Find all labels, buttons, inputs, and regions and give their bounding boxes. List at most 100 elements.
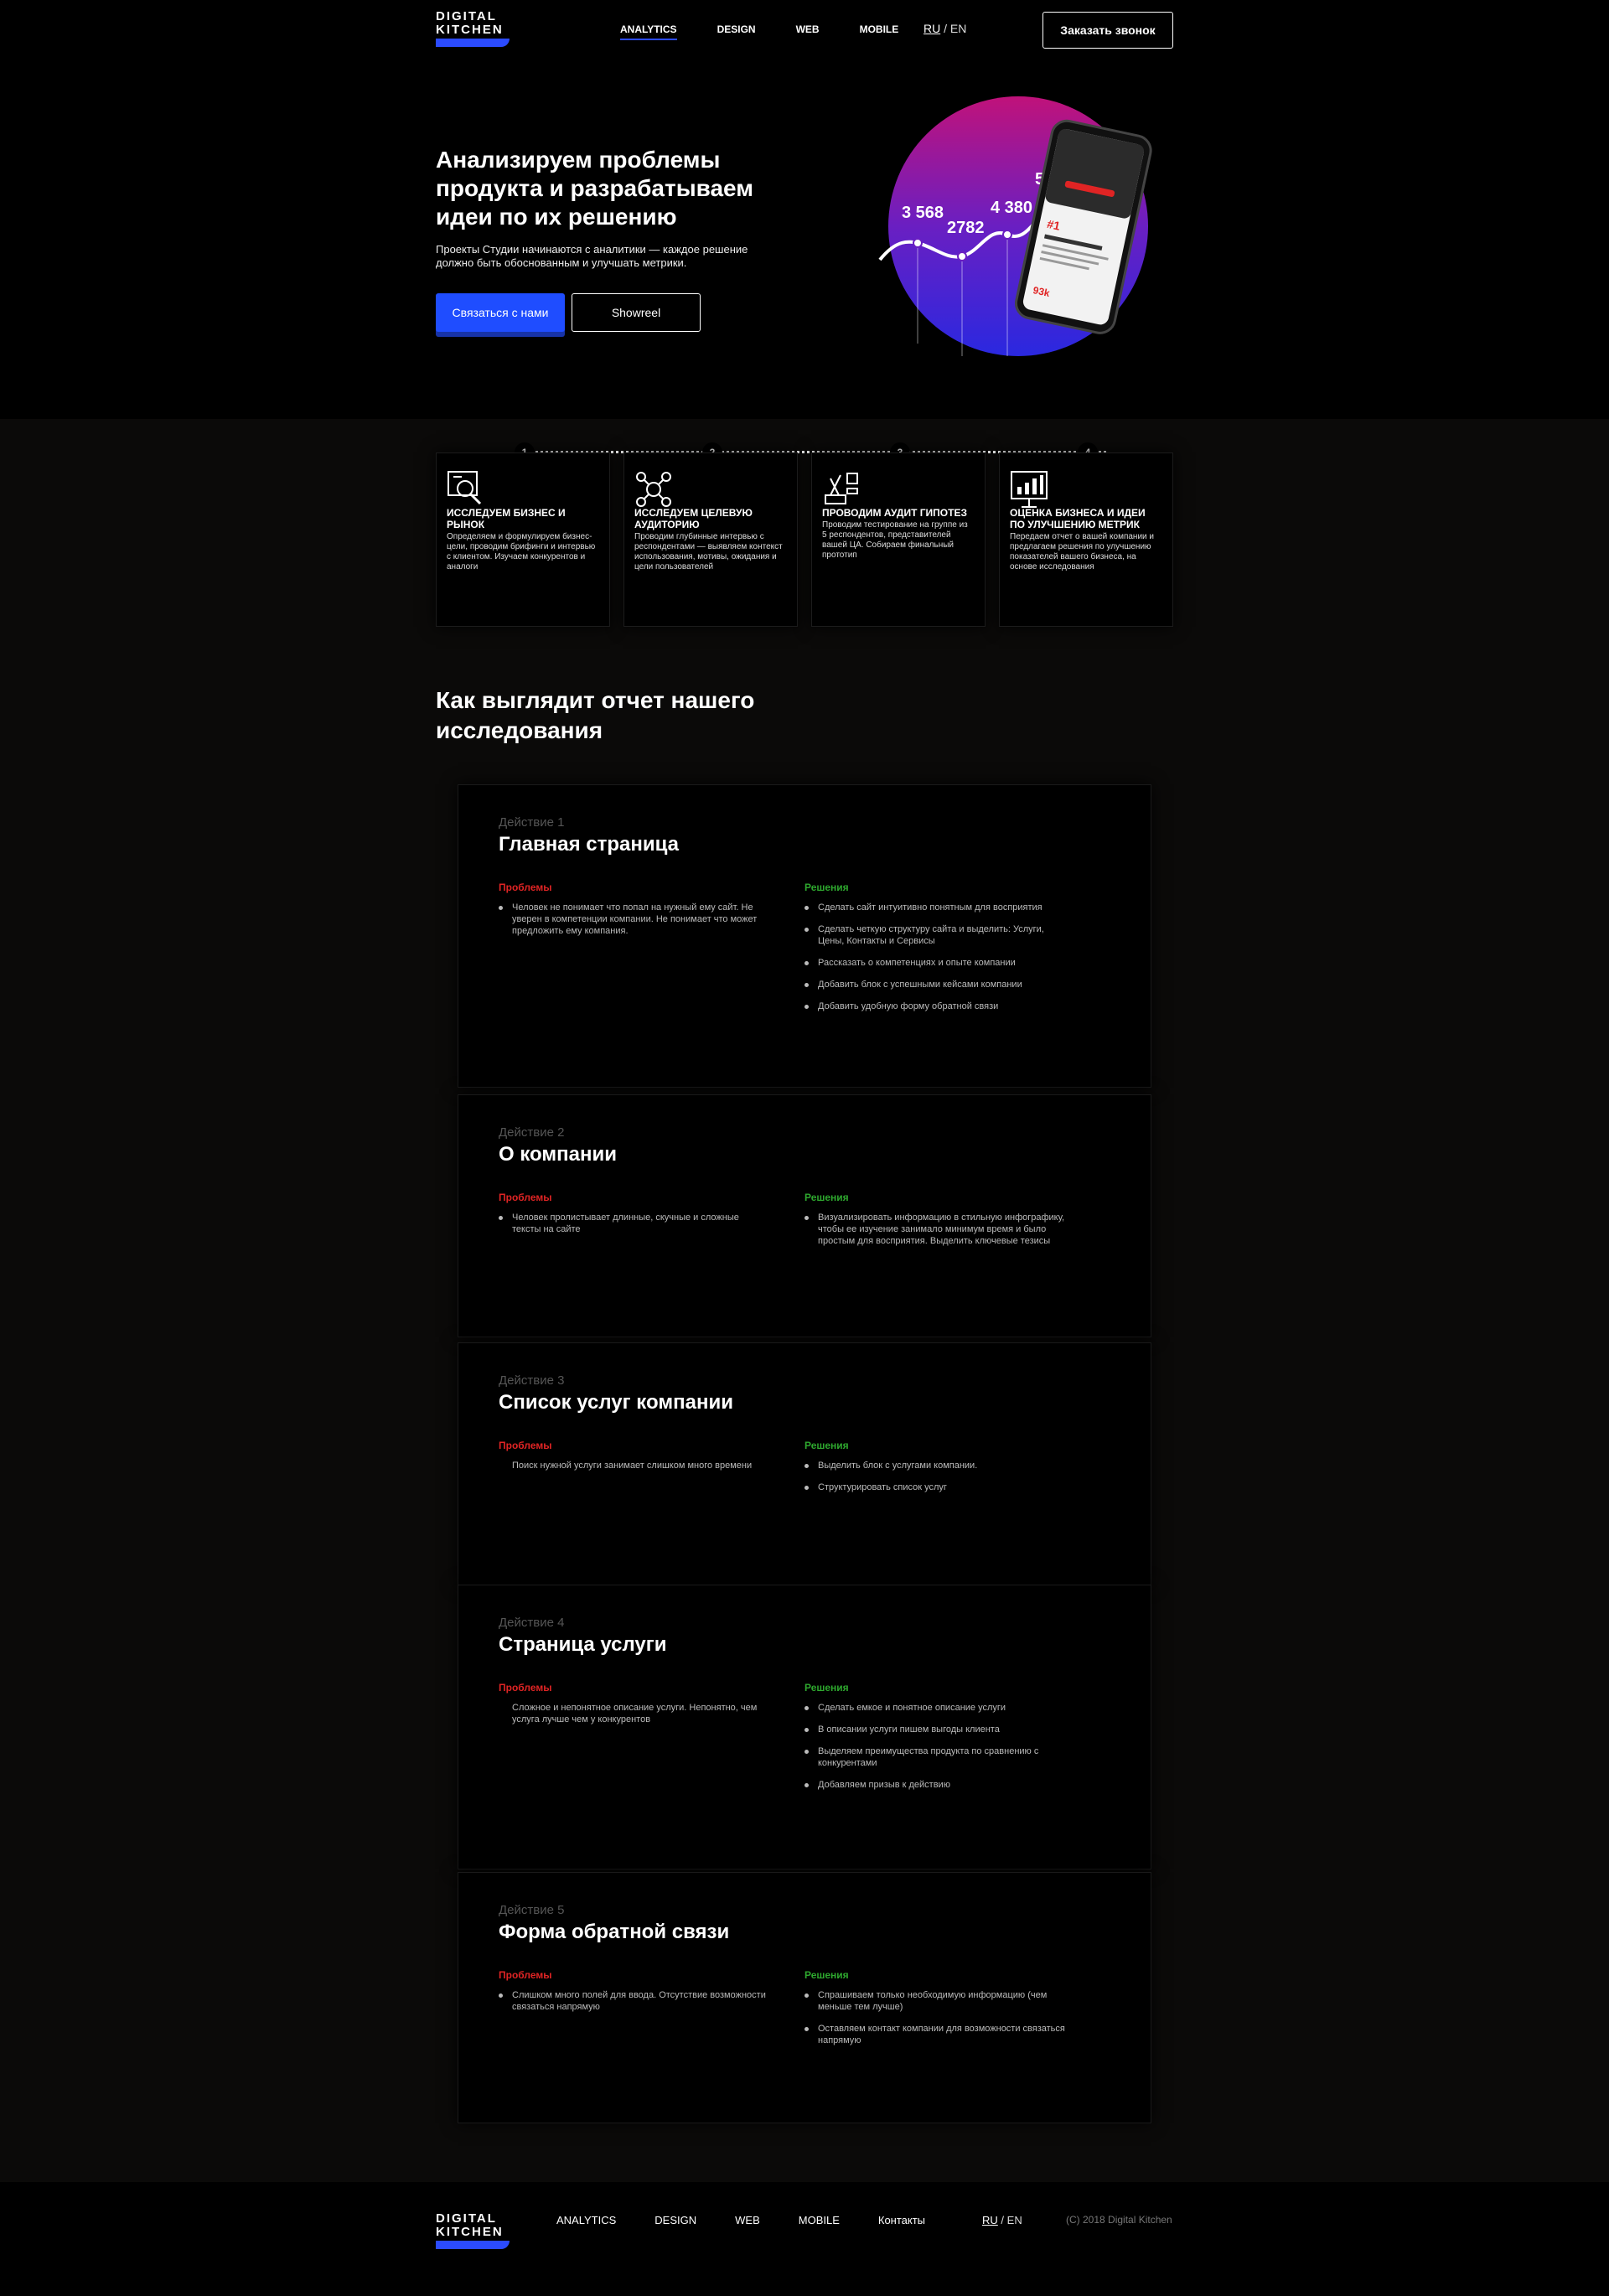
problem-item: Человек пролистывает длинные, скучные и … bbox=[499, 1212, 767, 1235]
block-title: Форма обратной связи bbox=[499, 1921, 730, 1943]
solutions-heading: Решения bbox=[804, 1440, 849, 1451]
lang-ru[interactable]: RU bbox=[923, 22, 940, 35]
solution-item: Сделать сайт интуитивно понятным для вос… bbox=[804, 902, 1073, 913]
block-step-label: Действие 5 bbox=[499, 1903, 565, 1917]
research-icon bbox=[448, 471, 482, 505]
logo-bar bbox=[436, 2241, 510, 2249]
problems-heading: Проблемы bbox=[499, 1969, 552, 1981]
block-columns: Проблемы Поиск нужной услуги занимает сли… bbox=[499, 1440, 1110, 1503]
solutions-heading: Решения bbox=[804, 882, 849, 893]
logo[interactable]: DIGITAL KITCHEN bbox=[436, 10, 510, 47]
solution-item: Рассказать о компетенциях и опыте компан… bbox=[804, 957, 1073, 969]
problem-item: Сложное и непонятное описание услуги. Не… bbox=[512, 1703, 758, 1725]
contact-button[interactable]: Связаться с нами bbox=[436, 293, 565, 332]
footer-lang-ru[interactable]: RU bbox=[982, 2214, 998, 2226]
report-block: Действие 1 Главная страница Проблемы Челове… bbox=[458, 784, 1151, 1088]
solution-item: Оставляем контакт компании для возможнос… bbox=[804, 2023, 1073, 2046]
problems-heading: Проблемы bbox=[499, 1682, 552, 1694]
problems-heading: Проблемы bbox=[499, 882, 552, 893]
audience-icon bbox=[636, 472, 671, 507]
footer-logo[interactable]: DIGITAL KITCHEN bbox=[436, 2212, 510, 2249]
solutions-column: Решения Визуализировать информацию в стил… bbox=[804, 1192, 1110, 1257]
hero-illustration: 3 568 2782 4 380 5 #1 93k bbox=[878, 96, 1152, 356]
stat-2: 2782 bbox=[947, 219, 985, 237]
solution-item: Спрашиваем только необходимую информацию… bbox=[804, 1989, 1073, 2013]
solution-item: Выделить блок с услугами компании. bbox=[804, 1460, 1073, 1471]
solutions-column: Решения Выделить блок с услугами компании… bbox=[804, 1440, 1110, 1503]
problems-heading: Проблемы bbox=[499, 1192, 552, 1203]
process-steps: 1 2 3 4 ИССЛЕДУЕМ БИЗНЕС И РЫНОК Определ… bbox=[436, 442, 1173, 627]
report-block: Действие 5 Форма обратной связи Проблемы Сл… bbox=[458, 1872, 1151, 2123]
step-title: ИССЛЕДУЕМ ЦЕЛЕВУЮ АУДИТОРИЮ bbox=[634, 507, 753, 530]
lang-en[interactable]: EN bbox=[950, 22, 966, 35]
hero-subtitle: Проекты Студии начинаются с аналитики — … bbox=[436, 243, 748, 269]
report-block: Действие 4 Страница услуги Проблемы Сложное… bbox=[458, 1585, 1151, 1869]
problem-item: Человек не понимает что попал на нужный … bbox=[499, 902, 767, 937]
block-title: О компании bbox=[499, 1143, 617, 1166]
report-block: Действие 3 Список услуг компании Проблемы П… bbox=[458, 1342, 1151, 1585]
block-title: Страница услуги bbox=[499, 1633, 667, 1656]
footer-lang-en[interactable]: EN bbox=[1007, 2214, 1022, 2226]
lang-separator: / bbox=[944, 22, 948, 35]
test-icon bbox=[825, 473, 858, 504]
problem-item: Поиск нужной услуги занимает слишком мно… bbox=[512, 1461, 753, 1471]
nav-mobile[interactable]: MOBILE bbox=[860, 23, 899, 35]
block-step-label: Действие 1 bbox=[499, 815, 565, 830]
block-title: Главная страница bbox=[499, 833, 680, 856]
solution-item: Добавляем призыв к действию bbox=[804, 1779, 1073, 1791]
step-card-1: ИССЛЕДУЕМ БИЗНЕС И РЫНОК Определяем и фо… bbox=[436, 452, 610, 627]
logo-line1: DIGITAL bbox=[436, 9, 497, 23]
footer-nav-contacts[interactable]: Контакты bbox=[878, 2214, 925, 2226]
solutions-heading: Решения bbox=[804, 1192, 849, 1203]
footer-language-switch: RU / EN bbox=[982, 2214, 1022, 2226]
footer-nav-web[interactable]: WEB bbox=[735, 2214, 760, 2226]
solution-item: Сделать емкое и понятное описание услуги bbox=[804, 1702, 1073, 1714]
solution-item: Добавить блок с успешными кейсами компан… bbox=[804, 979, 1073, 990]
solutions-column: Решения Сделать емкое и понятное описание… bbox=[804, 1682, 1110, 1801]
stat-3: 4 380 bbox=[991, 199, 1032, 217]
step-text: Определяем и формулируем бизнес-цели, пр… bbox=[447, 532, 596, 571]
problems-column: Проблемы Сложное и непонятное описание ус… bbox=[499, 1682, 804, 1801]
nav-design[interactable]: DESIGN bbox=[717, 23, 756, 35]
problems-column: Проблемы Человек пролистывает длинные, ск… bbox=[499, 1192, 804, 1257]
footer-nav-mobile[interactable]: MOBILE bbox=[799, 2214, 840, 2226]
logo-line2: KITCHEN bbox=[436, 2225, 504, 2239]
step-text: Проводим тестирование на группе из 5 рес… bbox=[822, 520, 968, 560]
hero-section: DIGITAL KITCHEN ANALYTICS DESIGN WEB MOB… bbox=[0, 0, 1609, 419]
step-card-2: ИССЛЕДУЕМ ЦЕЛЕВУЮ АУДИТОРИЮ Проводим глу… bbox=[623, 452, 798, 627]
footer-lang-separator: / bbox=[1001, 2214, 1005, 2226]
solution-item: Структурировать список услуг bbox=[804, 1482, 1073, 1493]
problems-column: Проблемы Человек не понимает что попал на… bbox=[499, 882, 804, 1022]
step-title: ИССЛЕДУЕМ БИЗНЕС И РЫНОК bbox=[447, 507, 566, 530]
step-card-3: ПРОВОДИМ АУДИТ ГИПОТЕЗ Проводим тестиров… bbox=[811, 452, 986, 627]
footer-nav-design[interactable]: DESIGN bbox=[654, 2214, 696, 2226]
problems-column: Проблемы Поиск нужной услуги занимает сли… bbox=[499, 1440, 804, 1503]
problems-heading: Проблемы bbox=[499, 1440, 552, 1451]
block-step-label: Действие 3 bbox=[499, 1373, 565, 1388]
step-title: ОЦЕНКА БИЗНЕСА И ИДЕИ ПО УЛУЧШЕНИЮ МЕТРИ… bbox=[1010, 507, 1146, 530]
block-columns: Проблемы Слишком много полей для ввода. О… bbox=[499, 1969, 1110, 2056]
order-call-button[interactable]: Заказать звонок bbox=[1042, 12, 1173, 49]
step-text: Передаем отчет о вашей компании и предла… bbox=[1010, 532, 1154, 571]
nav-analytics[interactable]: ANALYTICS bbox=[620, 23, 677, 40]
solution-item: Визуализировать информацию в стильную ин… bbox=[804, 1212, 1073, 1247]
problem-item: Слишком много полей для ввода. Отсутстви… bbox=[499, 1989, 767, 2013]
copyright: (C) 2018 Digital Kitchen bbox=[1066, 2214, 1172, 2226]
block-columns: Проблемы Человек пролистывает длинные, ск… bbox=[499, 1192, 1110, 1257]
solutions-heading: Решения bbox=[804, 1682, 849, 1694]
nav-web[interactable]: WEB bbox=[796, 23, 820, 35]
showreel-button[interactable]: Showreel bbox=[572, 293, 701, 332]
language-switch: RU / EN bbox=[923, 22, 966, 35]
solution-item: В описании услуги пишем выгоды клиента bbox=[804, 1724, 1073, 1735]
solutions-heading: Решения bbox=[804, 1969, 849, 1981]
solution-item: Выделяем преимущества продукта по сравне… bbox=[804, 1745, 1073, 1769]
block-columns: Проблемы Человек не понимает что попал на… bbox=[499, 882, 1110, 1022]
block-columns: Проблемы Сложное и непонятное описание ус… bbox=[499, 1682, 1110, 1801]
main-nav: ANALYTICS DESIGN WEB MOBILE bbox=[620, 23, 899, 40]
solution-item: Сделать четкую структуру сайта и выделит… bbox=[804, 923, 1073, 947]
footer-nav-analytics[interactable]: ANALYTICS bbox=[556, 2214, 616, 2226]
hero-title: Анализируем проблемы продукта и разрабат… bbox=[436, 147, 753, 230]
solutions-column: Решения Спрашиваем только необходимую инф… bbox=[804, 1969, 1110, 2056]
problems-column: Проблемы Слишком много полей для ввода. О… bbox=[499, 1969, 804, 2056]
report-block: Действие 2 О компании Проблемы Человек прол… bbox=[458, 1094, 1151, 1337]
